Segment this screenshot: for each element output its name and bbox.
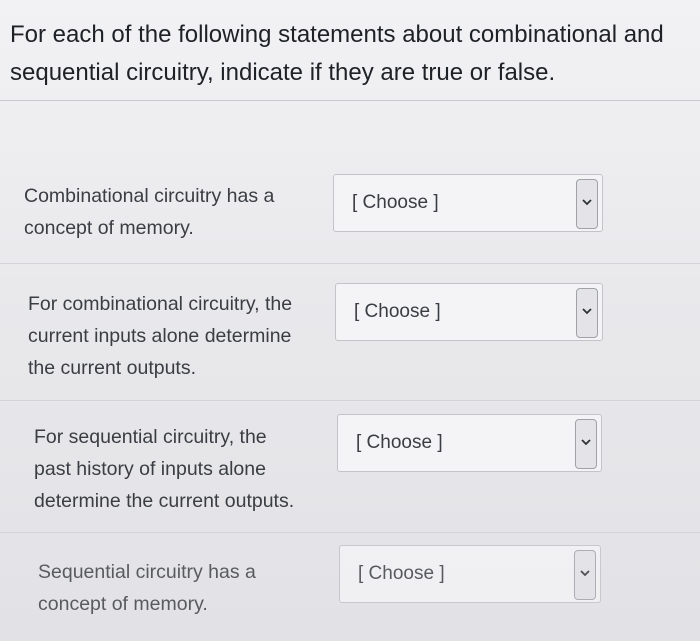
answer-select-2[interactable]: [ Choose ] — [335, 283, 603, 341]
match-prompt-3: For sequential circuitry, the past histo… — [34, 421, 294, 517]
prompt-line: For combinational circuitry, the — [28, 293, 293, 315]
match-prompt-1: Combinational circuitry has a concept of… — [24, 180, 274, 244]
chevron-down-icon[interactable] — [576, 288, 598, 338]
header-divider — [0, 100, 700, 101]
question-text: For each of the following statements abo… — [10, 16, 696, 92]
prompt-line: past history of inputs alone — [34, 458, 266, 480]
select-value: [ Choose ] — [356, 432, 443, 453]
answer-select-1[interactable]: [ Choose ] — [333, 174, 603, 232]
prompt-line: Sequential circuitry has a — [38, 561, 256, 583]
prompt-line: the current outputs. — [28, 357, 197, 379]
row-divider — [0, 532, 700, 533]
match-prompt-4: Sequential circuitry has a concept of me… — [38, 556, 256, 620]
prompt-line: concept of memory. — [38, 593, 208, 615]
select-value: [ Choose ] — [354, 301, 441, 322]
prompt-line: For sequential circuitry, the — [34, 426, 267, 448]
match-prompt-2: For combinational circuitry, the current… — [28, 288, 292, 384]
quiz-question: For each of the following statements abo… — [0, 0, 700, 641]
question-line: sequential circuitry, indicate if they a… — [10, 59, 556, 86]
chevron-down-icon[interactable] — [576, 179, 598, 229]
select-value: [ Choose ] — [358, 563, 445, 584]
chevron-down-icon[interactable] — [574, 550, 596, 600]
prompt-line: Combinational circuitry has a — [24, 185, 275, 207]
prompt-line: determine the current outputs. — [34, 490, 295, 512]
answer-select-4[interactable]: [ Choose ] — [339, 545, 601, 603]
prompt-line: current inputs alone determine — [28, 325, 292, 347]
row-divider — [0, 400, 700, 401]
row-divider — [0, 263, 700, 264]
chevron-down-icon[interactable] — [575, 419, 597, 469]
answer-select-3[interactable]: [ Choose ] — [337, 414, 602, 472]
question-line: For each of the following statements abo… — [10, 21, 664, 48]
prompt-line: concept of memory. — [24, 217, 194, 239]
select-value: [ Choose ] — [352, 192, 439, 213]
